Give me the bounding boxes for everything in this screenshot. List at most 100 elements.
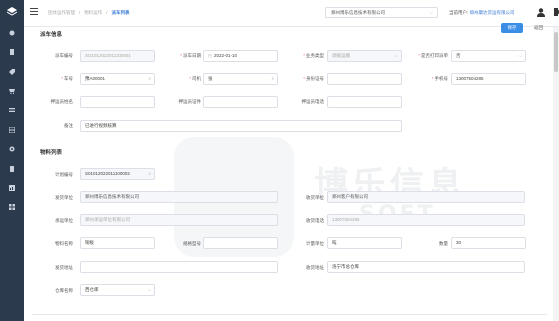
qty-label: 数量 (439, 241, 448, 246)
recv-addr-value: 洛宁市总仓库 (332, 264, 359, 269)
escort-phone-field[interactable] (327, 96, 402, 108)
grid-icon[interactable] (9, 204, 15, 210)
save-button[interactable]: 保存 (501, 23, 523, 33)
cart-icon[interactable] (9, 88, 15, 94)
report-icon[interactable] (9, 185, 15, 191)
carrier-value: 郑州承运单位有限公司 (85, 217, 130, 222)
search-icon[interactable]: ⌕ (148, 169, 151, 179)
is-print-value: 否 (456, 53, 461, 58)
chevron-down-icon: ⌵ (147, 287, 151, 292)
user-icon[interactable] (537, 8, 545, 17)
qty-value: 30 (456, 240, 462, 245)
logout-icon[interactable] (554, 8, 559, 16)
search-icon[interactable]: ⌕ (271, 74, 274, 84)
unit-label: 计量单位 (306, 241, 324, 246)
ship-unit-field: 郑州博乐信息技术有限公司 (80, 191, 278, 203)
ship-unit-label: 发货单位 (55, 195, 73, 200)
scrollbar-thumb[interactable] (554, 32, 558, 72)
section-dispatch-title: 派车信息 (40, 32, 63, 38)
phone-field[interactable]: 13007504285 (451, 73, 526, 85)
search-icon[interactable]: ⌕ (148, 74, 151, 84)
calendar-icon: ◷ (208, 53, 212, 58)
phone-label: *手机号 (431, 76, 448, 81)
main-content: 博乐信息 SOFT 派车信息 保存 返回 派车编号 SO101202201110… (24, 23, 559, 321)
breadcrumb: 团体运作管理 / 物料运作 / 派车列表 (48, 10, 130, 16)
dispatch-no-label: 派车编号 (55, 53, 73, 58)
company-select-value: 郑州博乐信息技术有限公司 (331, 10, 385, 15)
dashboard-icon[interactable] (9, 30, 15, 36)
menu-toggle-icon[interactable] (30, 8, 38, 15)
material-label: 物料名称 (55, 241, 73, 246)
material-field[interactable]: 铜板 (80, 237, 155, 249)
is-print-label: *是否打印派单 (418, 53, 448, 58)
chevron-down-icon: ⌵ (394, 53, 398, 58)
transfer-icon[interactable] (9, 107, 15, 113)
breadcrumb-separator: / (79, 10, 81, 15)
breadcrumb-item[interactable]: 物料运作 (84, 10, 102, 16)
table-icon[interactable] (9, 127, 15, 133)
carrier-field: 郑州承运单位有限公司 (80, 214, 278, 226)
biz-type-label: *业务类型 (303, 53, 324, 58)
company-select[interactable]: 郑州博乐信息技术有限公司 ⌵ (325, 7, 438, 18)
biz-type-select: 调拨运输 ⌵ (327, 50, 402, 62)
breadcrumb-current: 派车列表 (111, 10, 130, 15)
spec-field[interactable] (203, 237, 278, 249)
dispatch-date-field[interactable]: ◷ 2022-01-10 (203, 50, 278, 62)
current-user-label: 当前用户: (449, 10, 469, 15)
remark-value: 已进行视频核算 (85, 123, 117, 128)
dispatch-date-value: 2022-01-10 (213, 53, 237, 58)
qty-field[interactable]: 30 (451, 237, 526, 249)
dispatch-no-value: SO1012022011100001 (85, 53, 131, 58)
biz-type-value: 调拨运输 (332, 53, 350, 58)
tag-icon[interactable] (9, 69, 15, 75)
driver-label: *司机 (189, 76, 201, 81)
spec-label: 规格型号 (183, 241, 201, 246)
phone-value: 13007504285 (456, 76, 484, 81)
plan-no-field[interactable]: S01012022011100002 ⌕ (80, 168, 155, 180)
escort-id-field[interactable] (203, 96, 278, 108)
material-value: 铜板 (85, 240, 94, 245)
warehouse-value: 西仓库 (85, 287, 99, 292)
plate-field[interactable]: 豫A00001 ⌕ (80, 73, 155, 85)
escort-id-label: 押运员证件 (178, 99, 202, 104)
id-card-field[interactable] (327, 73, 402, 85)
chevron-down-icon: ⌵ (429, 10, 433, 15)
sidebar (0, 0, 24, 321)
remark-label: 备注 (64, 123, 73, 128)
driver-value: 张 (208, 76, 213, 81)
recv-addr-label: 收货地址 (306, 265, 324, 270)
ship-addr-field[interactable] (80, 261, 278, 273)
file-icon[interactable] (9, 166, 15, 172)
document-icon[interactable] (9, 49, 15, 55)
recv-addr-field[interactable]: 洛宁市总仓库 (327, 261, 525, 273)
current-user: 当前用户: 郑州康达货运有限公司 (449, 10, 515, 16)
warehouse-select[interactable]: 西仓库 ⌵ (80, 284, 155, 296)
current-user-value: 郑州康达货运有限公司 (469, 10, 515, 15)
dispatch-no-field: SO1012022011100001 (80, 50, 155, 62)
breadcrumb-item[interactable]: 团体运作管理 (48, 10, 75, 16)
unit-field[interactable]: 吨 (327, 237, 402, 249)
remark-field[interactable]: 已进行视频核算 (80, 120, 402, 132)
recv-phone-field: 13007504285 (327, 214, 525, 226)
recv-unit-value: 郑州客户有限公司 (332, 194, 368, 199)
return-button[interactable]: 返回 (534, 23, 543, 33)
is-print-select[interactable]: 否 ⌵ (451, 50, 526, 62)
plan-no-value: S01012022011100002 (85, 171, 130, 176)
escort-name-label: 押运员姓名 (50, 99, 74, 104)
plate-value: 豫A00001 (85, 76, 106, 81)
driver-field[interactable]: 张 ⌕ (203, 73, 278, 85)
ship-addr-label: 发货地址 (55, 265, 73, 270)
id-card-label: *身份证号 (303, 76, 324, 81)
dispatch-date-label: *派车日期 (180, 53, 201, 58)
gear-icon[interactable] (9, 146, 15, 152)
section-material-title: 物料列表 (40, 150, 63, 156)
ship-unit-value: 郑州博乐信息技术有限公司 (85, 194, 139, 199)
unit-value: 吨 (332, 240, 337, 245)
recv-unit-field: 郑州客户有限公司 (327, 191, 525, 203)
recv-unit-label: 收货单位 (306, 195, 324, 200)
plan-no-label: 计划编号 (55, 172, 73, 177)
topbar: 团体运作管理 / 物料运作 / 派车列表 郑州博乐信息技术有限公司 ⌵ 当前用户… (24, 0, 559, 27)
escort-name-field[interactable] (80, 96, 155, 108)
bottom-divider (32, 314, 547, 321)
breadcrumb-separator: / (106, 10, 108, 15)
